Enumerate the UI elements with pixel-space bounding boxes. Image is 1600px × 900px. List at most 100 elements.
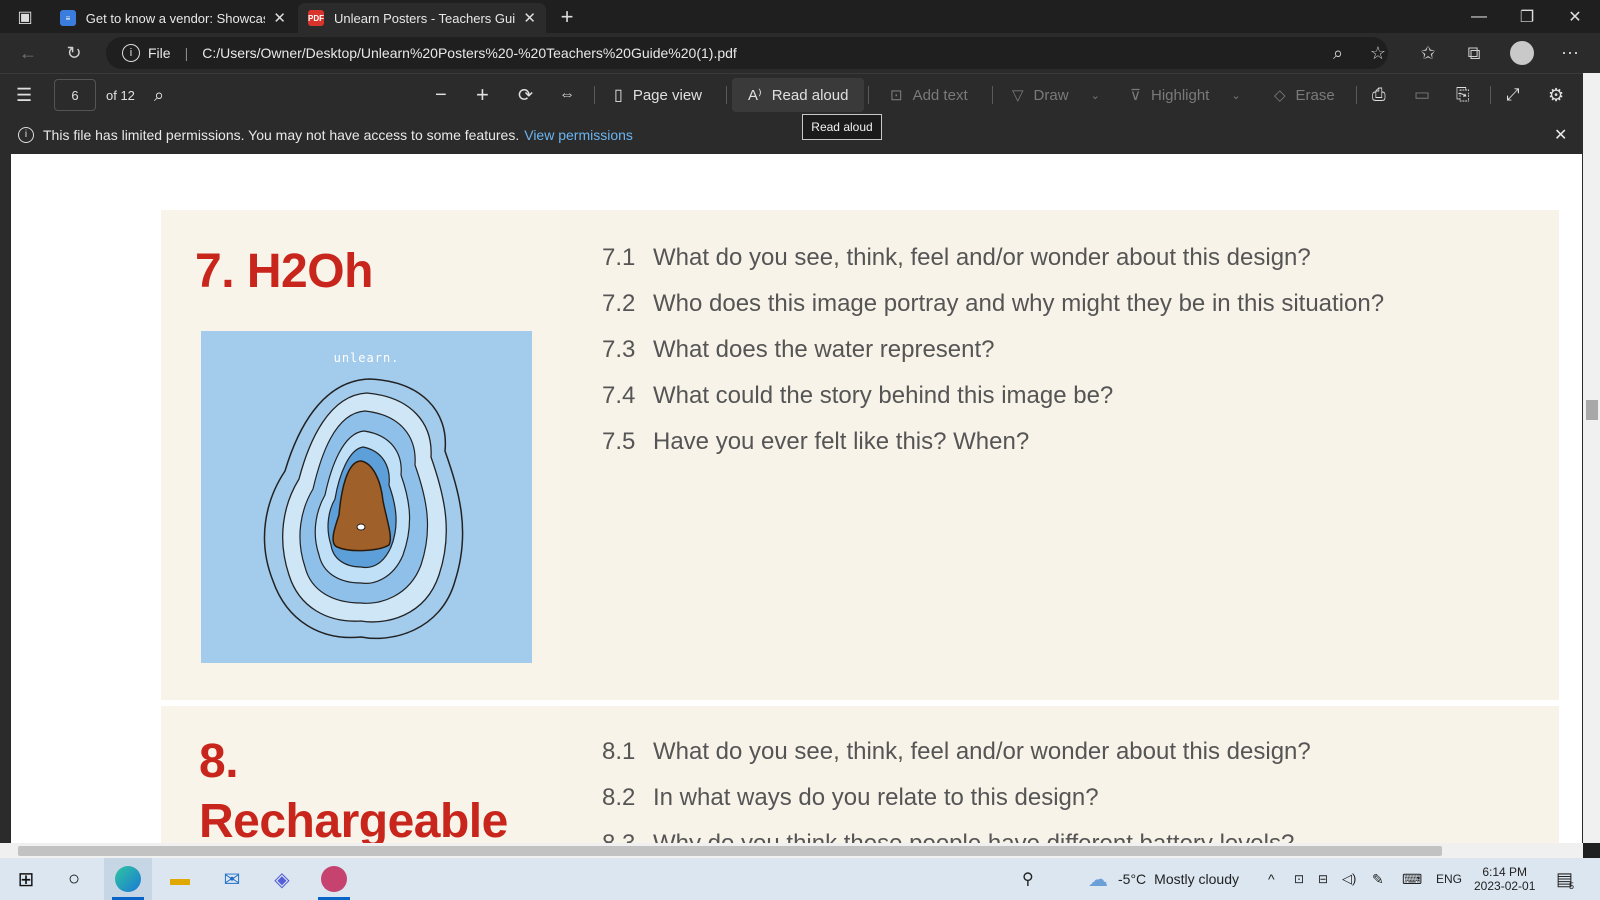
section-8: 8. Rechargeable 8.1 What do you see, thi… bbox=[161, 706, 1559, 843]
water-figure-illustration bbox=[263, 378, 464, 640]
close-tab-icon[interactable]: ✕ bbox=[273, 9, 286, 27]
tab-pdf[interactable]: PDF Unlearn Posters - Teachers Guide ✕ bbox=[298, 3, 546, 33]
fullscreen-icon[interactable]: ⤢ bbox=[1506, 74, 1520, 116]
clock[interactable]: 6:14 PM 2023-02-01 bbox=[1474, 858, 1535, 900]
question-item: 7.2 Who does this image portray and why … bbox=[602, 290, 1385, 317]
language-indicator[interactable]: ENG bbox=[1436, 858, 1462, 900]
permissions-message: This file has limited permissions. You m… bbox=[43, 126, 520, 143]
pdf-icon: PDF bbox=[308, 10, 324, 26]
url-separator: | bbox=[184, 45, 189, 61]
profile-avatar[interactable] bbox=[1510, 41, 1534, 65]
document-viewport[interactable]: 7. H2Oh unlearn. 7.1 What do you see, th… bbox=[0, 154, 1583, 843]
poster-image: unlearn. bbox=[201, 331, 532, 663]
horizontal-scroll-thumb[interactable] bbox=[18, 846, 1442, 856]
read-aloud-tooltip: Read aloud bbox=[802, 114, 882, 140]
tab-actions-icon[interactable]: ▣ bbox=[2, 0, 48, 33]
rotate-icon[interactable]: ⟳ bbox=[518, 74, 533, 116]
question-item: 7.3 What does the water represent? bbox=[602, 336, 995, 363]
print-icon[interactable]: ⎙ bbox=[1372, 74, 1386, 116]
question-item: 8.3 Why do you think these people have d… bbox=[602, 830, 1294, 843]
refresh-icon[interactable]: ↻ bbox=[62, 41, 86, 65]
restore-icon[interactable]: ❐ bbox=[1504, 0, 1550, 33]
add-favorite-icon[interactable]: ☆ bbox=[1366, 41, 1390, 65]
pen-icon[interactable]: ✎ bbox=[1372, 858, 1384, 900]
url-text: C:/Users/Owner/Desktop/Unlearn%20Posters… bbox=[202, 45, 737, 61]
chevron-down-icon[interactable]: ⌄ bbox=[1091, 89, 1100, 102]
eraser-icon: ◇ bbox=[1274, 87, 1286, 104]
vertical-scrollbar[interactable] bbox=[1583, 73, 1600, 843]
settings-icon[interactable]: ⚙ bbox=[1548, 74, 1564, 116]
view-permissions-link[interactable]: View permissions bbox=[524, 127, 633, 143]
chevron-up-icon[interactable]: ^ bbox=[1268, 858, 1275, 900]
page-view-icon: ▯ bbox=[614, 87, 623, 104]
read-aloud-icon: A⁾ bbox=[748, 87, 762, 104]
cloud-icon: ☁ bbox=[1088, 868, 1108, 891]
contents-icon[interactable]: ☰ bbox=[16, 74, 32, 116]
info-icon[interactable]: i bbox=[122, 44, 140, 62]
section-heading: 8. Rechargeable bbox=[199, 735, 508, 843]
section-7: 7. H2Oh unlearn. 7.1 What do you see, th… bbox=[161, 210, 1559, 700]
toolbar-divider bbox=[992, 86, 993, 104]
notifications-icon[interactable]: ▤ 5 bbox=[1556, 858, 1574, 900]
page-view-button[interactable]: ▯ Page view bbox=[614, 74, 702, 116]
highlight-button[interactable]: ⊽ Highlight ⌄ bbox=[1130, 74, 1241, 116]
page-number-input[interactable]: 6 bbox=[54, 79, 96, 111]
favorites-icon[interactable]: ✩ bbox=[1416, 41, 1440, 65]
back-icon[interactable]: ← bbox=[16, 41, 40, 65]
draw-button[interactable]: ▽ Draw ⌄ bbox=[1012, 74, 1100, 116]
pdf-toolbar: ☰ 6 of 12 ⌕ − + ⟳ ⇔ ▯ Page view A⁾ Read … bbox=[0, 73, 1600, 115]
edge-browser-icon[interactable] bbox=[104, 858, 152, 900]
question-item: 7.1 What do you see, think, feel and/or … bbox=[602, 244, 1311, 271]
section-heading: 7. H2Oh bbox=[195, 245, 373, 298]
file-explorer-icon[interactable]: ▬ bbox=[156, 858, 204, 900]
close-window-icon[interactable]: ✕ bbox=[1552, 0, 1598, 33]
fit-width-icon[interactable]: ⇔ bbox=[559, 74, 575, 116]
add-text-icon: ⊡ bbox=[890, 87, 903, 104]
copilot-app-icon[interactable]: ◈ bbox=[258, 858, 306, 900]
network-icon[interactable]: ⊟ bbox=[1318, 858, 1328, 900]
keyboard-icon[interactable]: ⌨ bbox=[1402, 858, 1422, 900]
windows-start-icon[interactable]: ⊞ bbox=[2, 858, 50, 900]
tab-vendor[interactable]: ≡ Get to know a vendor: Showcasir ✕ bbox=[50, 3, 296, 33]
collections-icon[interactable]: ⧉ bbox=[1462, 41, 1486, 65]
zoom-icon[interactable]: ⌕ bbox=[1326, 41, 1350, 65]
read-aloud-button[interactable]: A⁾ Read aloud bbox=[748, 74, 848, 116]
search-icon[interactable]: ⌕ bbox=[154, 74, 164, 116]
pdf-page: 7. H2Oh unlearn. 7.1 What do you see, th… bbox=[11, 154, 1582, 843]
toolbar-divider bbox=[1356, 86, 1357, 104]
discord-app-icon[interactable] bbox=[310, 858, 358, 900]
new-tab-icon[interactable]: + bbox=[552, 0, 582, 33]
minimize-icon[interactable]: — bbox=[1456, 0, 1502, 33]
add-text-button[interactable]: ⊡ Add text bbox=[890, 74, 968, 116]
more-options-icon[interactable]: ⋯ bbox=[1558, 41, 1582, 65]
address-bar: ← ↻ i File | C:/Users/Owner/Desktop/Unle… bbox=[0, 33, 1600, 73]
draw-icon: ▽ bbox=[1012, 87, 1024, 104]
meet-icon[interactable]: ⊡ bbox=[1294, 858, 1304, 900]
zoom-out-icon[interactable]: − bbox=[435, 74, 447, 116]
vertical-scroll-thumb[interactable] bbox=[1586, 400, 1598, 420]
toolbar-divider bbox=[1490, 86, 1491, 104]
mail-icon[interactable]: ✉ bbox=[208, 858, 256, 900]
questions-panel bbox=[561, 706, 1559, 843]
save-icon[interactable]: ▭ bbox=[1414, 74, 1430, 116]
weather-widget[interactable]: ☁ -5°C Mostly cloudy bbox=[1088, 858, 1239, 900]
people-icon[interactable]: ⚲ bbox=[1022, 858, 1034, 900]
erase-button[interactable]: ◇ Erase bbox=[1274, 74, 1335, 116]
url-field[interactable]: i File | C:/Users/Owner/Desktop/Unlearn%… bbox=[106, 37, 1388, 69]
zoom-in-icon[interactable]: + bbox=[476, 74, 489, 116]
question-item: 8.2 In what ways do you relate to this d… bbox=[602, 784, 1099, 811]
taskbar: ⊞ ○ ▬ ✉ ◈ ⚲ ☁ -5°C Mostly cloudy ^ ⊡ ⊟ ◁… bbox=[0, 858, 1600, 900]
search-circle-icon[interactable]: ○ bbox=[50, 858, 98, 900]
chevron-down-icon[interactable]: ⌄ bbox=[1231, 89, 1240, 102]
highlight-icon: ⊽ bbox=[1130, 87, 1141, 104]
volume-icon[interactable]: ◁) bbox=[1342, 858, 1356, 900]
close-tab-icon[interactable]: ✕ bbox=[523, 9, 536, 27]
close-icon[interactable]: ✕ bbox=[1554, 125, 1567, 145]
toolbar-divider bbox=[594, 86, 595, 104]
tab-bar: ▣ ≡ Get to know a vendor: Showcasir ✕ PD… bbox=[0, 0, 1600, 33]
docs-icon: ≡ bbox=[60, 10, 76, 26]
page-total: of 12 bbox=[106, 87, 135, 103]
permissions-bar: i This file has limited permissions. You… bbox=[0, 115, 1583, 154]
question-item: 7.5 Have you ever felt like this? When? bbox=[602, 428, 1030, 455]
save-as-icon[interactable]: ⎘ bbox=[1456, 74, 1470, 116]
